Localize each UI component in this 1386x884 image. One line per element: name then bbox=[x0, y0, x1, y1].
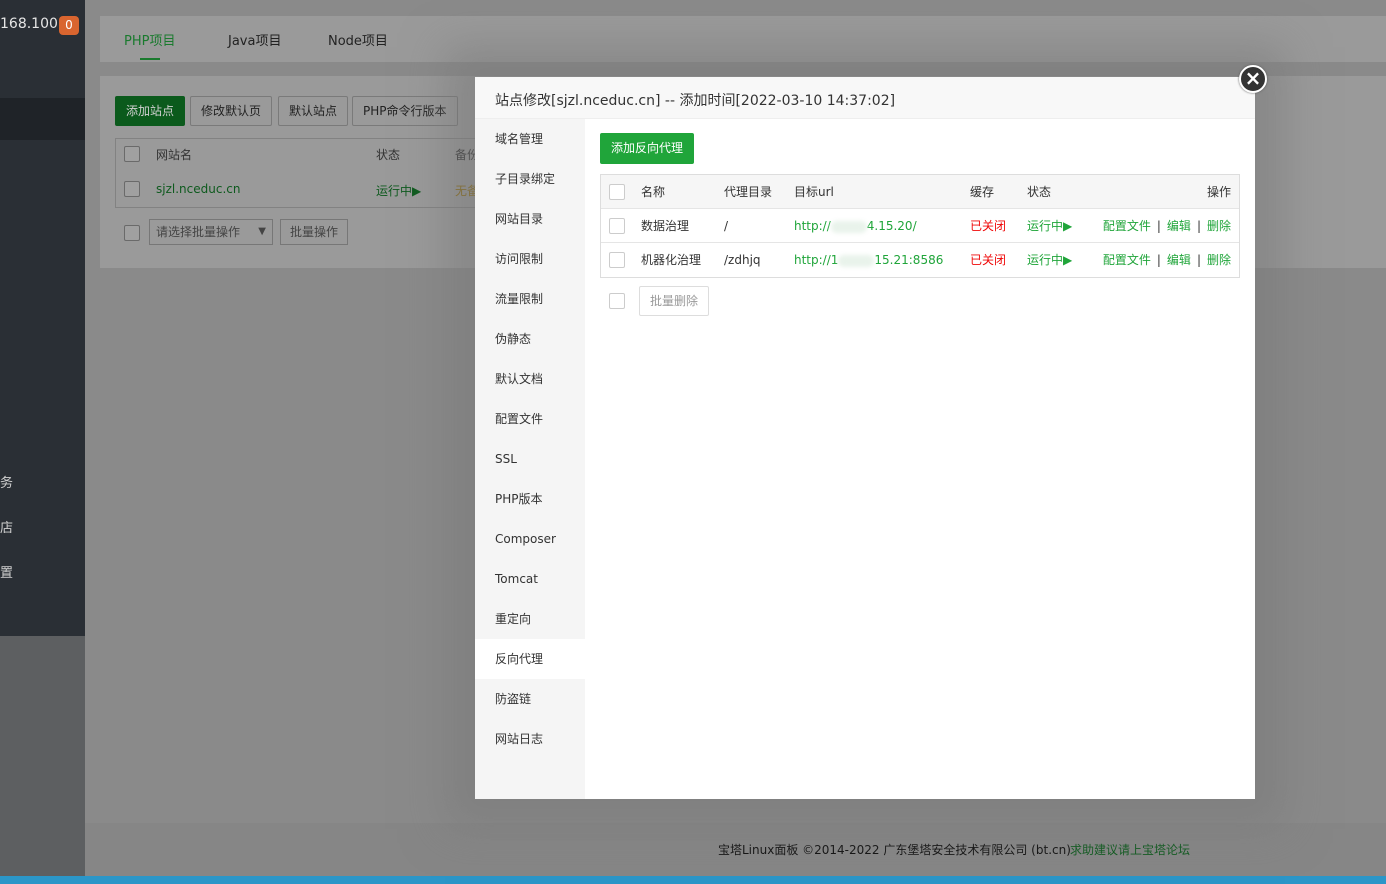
tab-bar bbox=[100, 16, 1386, 62]
cache-status[interactable]: 已关闭 bbox=[970, 243, 1006, 277]
column-header-target-url: 目标url bbox=[794, 185, 834, 199]
proxy-target-url[interactable]: http:// 4.15.20/ bbox=[794, 209, 917, 243]
proxy-dir: / bbox=[724, 219, 729, 233]
footer-copyright: 宝塔Linux面板 ©2014-2022 广东堡塔安全技术有限公司 (bt.cn… bbox=[718, 843, 1071, 857]
url-prefix: http:// bbox=[794, 219, 831, 233]
chevron-down-icon: ▼ bbox=[258, 226, 266, 237]
config-file-link[interactable]: 配置文件 bbox=[1103, 253, 1151, 267]
edit-default-page-button[interactable]: 修改默认页 bbox=[190, 96, 273, 126]
delete-link[interactable]: 删除 bbox=[1207, 219, 1231, 233]
column-header-cache: 缓存 bbox=[970, 185, 995, 199]
menu-item-config[interactable]: 配置文件 bbox=[475, 399, 585, 439]
redacted-mask bbox=[830, 220, 867, 233]
select-all-checkbox[interactable] bbox=[124, 146, 140, 162]
tab-java[interactable]: Java项目 bbox=[228, 30, 281, 49]
close-icon[interactable]: × bbox=[1239, 65, 1267, 93]
proxy-name: 机器化治理 bbox=[641, 253, 702, 267]
edit-link[interactable]: 编辑 bbox=[1167, 253, 1191, 267]
site-name-link[interactable]: sjzl.nceduc.cn bbox=[156, 182, 240, 196]
row-actions: 配置文件 | 编辑 | 删除 bbox=[1102, 253, 1231, 267]
server-ip: 168.100 bbox=[0, 16, 58, 32]
menu-item-ssl[interactable]: SSL bbox=[475, 439, 585, 479]
row-actions: 配置文件 | 编辑 | 删除 bbox=[1102, 219, 1231, 233]
proxy-dir: /zdhjq bbox=[724, 253, 761, 267]
sidebar-item-fragment[interactable]: 务 bbox=[0, 472, 13, 491]
default-site-button[interactable]: 默认站点 bbox=[278, 96, 349, 126]
table-row: 数据治理 / http:// 4.15.20/ 已关闭 运行中▶ 配置文件 | 编辑 |… bbox=[601, 209, 1239, 243]
row-checkbox[interactable] bbox=[609, 218, 625, 234]
config-file-link[interactable]: 配置文件 bbox=[1103, 219, 1151, 233]
proxy-target-url[interactable]: http://1 15.21:8586 bbox=[794, 243, 943, 277]
table-header-row: 名称 代理目录 目标url 缓存 状态 操作 bbox=[601, 175, 1239, 209]
php-cli-version-button[interactable]: PHP命令行版本 bbox=[352, 96, 458, 126]
column-header-site-name[interactable]: 网站名 bbox=[156, 146, 192, 163]
dialog-header: 站点修改[sjzl.nceduc.cn] -- 添加时间[2022-03-10 … bbox=[475, 77, 1255, 119]
column-header-status: 状态 bbox=[1027, 185, 1052, 199]
menu-item-site-dir[interactable]: 网站目录 bbox=[475, 199, 585, 239]
redacted-mask bbox=[838, 254, 875, 267]
delete-link[interactable]: 删除 bbox=[1207, 253, 1231, 267]
add-site-button[interactable]: 添加站点 bbox=[115, 96, 186, 126]
tab-underline bbox=[140, 58, 160, 60]
notification-badge[interactable]: 0 bbox=[59, 16, 79, 35]
batch-select-placeholder: 请选择批量操作 bbox=[156, 225, 241, 239]
menu-item-domain[interactable]: 域名管理 bbox=[475, 119, 585, 159]
select-all-checkbox[interactable] bbox=[609, 184, 625, 200]
menu-item-site-log[interactable]: 网站日志 bbox=[475, 719, 585, 759]
cache-status[interactable]: 已关闭 bbox=[970, 209, 1006, 243]
sidebar-bottom bbox=[0, 636, 85, 876]
site-edit-dialog: 站点修改[sjzl.nceduc.cn] -- 添加时间[2022-03-10 … bbox=[475, 77, 1255, 799]
taskbar bbox=[0, 876, 1386, 884]
menu-item-subdir[interactable]: 子目录绑定 bbox=[475, 159, 585, 199]
menu-item-redirect[interactable]: 重定向 bbox=[475, 599, 585, 639]
edit-link[interactable]: 编辑 bbox=[1167, 219, 1191, 233]
dialog-content: 添加反向代理 名称 代理目录 目标url 缓存 状态 操作 数据治理 / htt… bbox=[585, 119, 1255, 799]
proxy-table: 名称 代理目录 目标url 缓存 状态 操作 数据治理 / http:// 4.1… bbox=[600, 174, 1240, 278]
table-row: 机器化治理 /zdhjq http://1 15.21:8586 已关闭 运行中▶… bbox=[601, 243, 1239, 277]
sidebar-item-fragment[interactable]: 置 bbox=[0, 562, 13, 581]
forum-link[interactable]: 求助建议请上宝塔论坛 bbox=[1070, 841, 1190, 858]
proxy-name: 数据治理 bbox=[641, 219, 690, 233]
add-reverse-proxy-button[interactable]: 添加反向代理 bbox=[600, 133, 694, 164]
menu-item-rewrite[interactable]: 伪静态 bbox=[475, 319, 585, 359]
site-status[interactable]: 运行中▶ bbox=[376, 182, 421, 199]
bulk-checkbox[interactable] bbox=[609, 293, 625, 309]
batch-button[interactable]: 批量操作 bbox=[280, 219, 348, 245]
tab-node[interactable]: Node项目 bbox=[328, 30, 388, 49]
column-header-proxy-dir: 代理目录 bbox=[724, 185, 773, 199]
row-checkbox[interactable] bbox=[124, 181, 140, 197]
tab-php[interactable]: PHP项目 bbox=[124, 30, 175, 49]
menu-item-access-limit[interactable]: 访问限制 bbox=[475, 239, 585, 279]
proxy-status[interactable]: 运行中▶ bbox=[1027, 243, 1072, 277]
menu-item-reverse-proxy[interactable]: 反向代理 bbox=[475, 639, 585, 679]
sidebar-item-fragment[interactable]: 店 bbox=[0, 517, 13, 536]
menu-item-php-version[interactable]: PHP版本 bbox=[475, 479, 585, 519]
menu-item-traffic-limit[interactable]: 流量限制 bbox=[475, 279, 585, 319]
column-header-ops: 操作 bbox=[1206, 185, 1231, 199]
row-checkbox[interactable] bbox=[609, 252, 625, 268]
menu-item-composer[interactable]: Composer bbox=[475, 519, 585, 559]
dialog-menu: 域名管理 子目录绑定 网站目录 访问限制 流量限制 伪静态 默认文档 配置文件 … bbox=[475, 119, 585, 799]
column-header-name: 名称 bbox=[641, 185, 666, 199]
column-header-status[interactable]: 状态 bbox=[376, 146, 400, 163]
sidebar bbox=[0, 0, 85, 636]
url-suffix: 15.21:8586 bbox=[874, 253, 944, 267]
menu-item-hotlink[interactable]: 防盗链 bbox=[475, 679, 585, 719]
batch-select[interactable]: 请选择批量操作 ▼ bbox=[149, 219, 273, 245]
bulk-delete-button[interactable]: 批量删除 bbox=[639, 286, 709, 316]
dialog-title: 站点修改[sjzl.nceduc.cn] -- 添加时间[2022-03-10 … bbox=[495, 93, 896, 109]
menu-item-tomcat[interactable]: Tomcat bbox=[475, 559, 585, 599]
batch-checkbox[interactable] bbox=[124, 225, 140, 241]
proxy-status[interactable]: 运行中▶ bbox=[1027, 209, 1072, 243]
menu-item-default-doc[interactable]: 默认文档 bbox=[475, 359, 585, 399]
url-prefix: http://1 bbox=[794, 253, 839, 267]
url-suffix: 4.15.20/ bbox=[866, 219, 917, 233]
sidebar-active-item[interactable] bbox=[0, 98, 85, 140]
